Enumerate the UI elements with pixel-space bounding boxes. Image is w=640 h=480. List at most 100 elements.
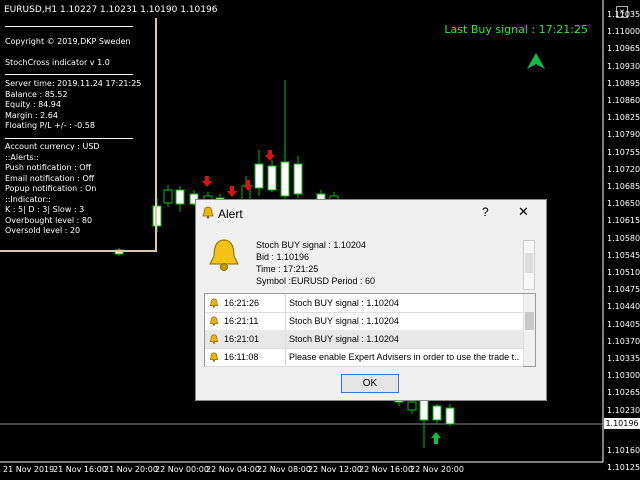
sell-arrow-icon	[202, 176, 212, 187]
log-time: 16:21:11	[224, 316, 259, 326]
time-axis-label: 21 Nov 2019	[3, 465, 55, 474]
log-message: Please enable Expert Advisers in order t…	[289, 352, 519, 362]
symbol-label: EURUSD,H1 1.10227 1.10231 1.10190 1.1019…	[4, 5, 218, 15]
candle-body	[267, 165, 277, 191]
signal-arrow-icon	[527, 53, 545, 69]
price-axis-label: 1.10580	[607, 233, 640, 243]
scrollbar-thumb[interactable]	[525, 312, 534, 330]
bell-icon	[209, 334, 219, 344]
time-axis-label: 22 Nov 08:00	[257, 465, 311, 474]
dialog-title: Alert	[218, 207, 243, 221]
indicator-name: StochCross indicator v 1.0	[5, 58, 110, 67]
divider	[5, 74, 133, 75]
price-axis-label: 1.10370	[607, 336, 640, 346]
alert-message-line: Stoch BUY signal : 1.10204	[256, 240, 366, 250]
current-price-tag: 1.10196	[604, 418, 640, 429]
oversold-level: Oversold level : 20	[5, 226, 81, 235]
time-axis-label: 21 Nov 16:00	[53, 465, 107, 474]
price-axis-label: 1.10895	[607, 78, 640, 88]
last-signal-label: Last Buy signal : 17:21:25	[444, 23, 588, 36]
popup-notification: Popup notification : On	[5, 184, 97, 193]
log-message: Stoch BUY signal : 1.10204	[289, 316, 399, 326]
overbought-level: Overbought level : 80	[5, 216, 93, 225]
time-axis-label: 22 Nov 16:00	[359, 465, 413, 474]
dialog-close-button[interactable]: ✕	[518, 204, 529, 220]
price-axis-label: 1.10265	[607, 388, 640, 398]
bell-icon	[202, 206, 214, 219]
price-axis-label: 1.10930	[607, 61, 640, 71]
candle-body	[419, 397, 429, 421]
log-time: 16:21:01	[224, 334, 260, 344]
price-axis-label: 1.11000	[607, 27, 640, 37]
price-axis-label: 1.10650	[607, 199, 640, 209]
price-axis-label: 1.10860	[607, 96, 640, 105]
candle-body	[254, 163, 264, 189]
stoch-params: K : 5| D : 3| Slow : 3	[5, 205, 85, 214]
log-time: 16:11:08	[224, 352, 259, 362]
account-currency: Account currency : USD	[5, 142, 100, 151]
price-axis-label: 1.10125	[607, 463, 640, 473]
time-axis-label: 22 Nov 00:00	[155, 465, 209, 474]
log-scrollbar[interactable]	[523, 294, 535, 366]
indicator-header: ::Indicator::	[5, 195, 51, 204]
price-axis-label: 1.10405	[607, 319, 640, 329]
alert-message-line: Bid : 1.10196	[256, 252, 310, 262]
sell-arrow-icon	[265, 150, 275, 161]
copyright-text: Copyright © 2019,DKP Sweden	[5, 37, 131, 46]
alert-message-line: Time : 17:21:25	[256, 264, 319, 274]
alert-log-list[interactable]: 16:21:26 Stoch BUY signal : 1.10204 16:2…	[204, 293, 536, 367]
time-axis-label: 21 Nov 20:00	[104, 465, 158, 474]
log-message: Stoch BUY signal : 1.10204	[289, 298, 399, 308]
floating-pl: Floating P/L +/- : -0.58	[5, 121, 95, 130]
price-axis-label: 1.10300	[607, 371, 640, 381]
price-axis-label: 1.10440	[607, 302, 640, 312]
alerts-header: ::Alerts::	[5, 153, 39, 162]
log-time: 16:21:26	[224, 298, 260, 308]
ok-button[interactable]: OK	[341, 374, 399, 393]
candle-body	[163, 189, 173, 204]
push-notification: Push notification : Off	[5, 163, 92, 172]
log-row[interactable]: 16:21:26 Stoch BUY signal : 1.10204	[205, 294, 523, 313]
server-time: Server time: 2019.11.24 17:21:25	[5, 79, 142, 88]
log-row[interactable]: 16:21:01 Stoch BUY signal : 1.10204	[205, 330, 523, 349]
candle-body	[407, 401, 417, 411]
help-button[interactable]: ?	[482, 205, 489, 219]
price-axis-label: 1.10510	[607, 268, 640, 277]
price-axis-label: 1.10475	[607, 285, 640, 295]
email-notification: Email notification : Off	[5, 174, 95, 183]
price-axis-label: 1.10615	[607, 216, 640, 226]
log-row[interactable]: 16:11:08 Please enable Expert Advisers i…	[205, 348, 523, 367]
scrollbar-thumb[interactable]	[525, 253, 533, 273]
candle-body	[293, 163, 303, 195]
info-panel: Copyright © 2019,DKP Sweden StochCross i…	[0, 18, 157, 252]
candle-body	[445, 407, 455, 425]
alert-dialog: Alert ? ✕ Stoch BUY signal : 1.10204 Bid…	[195, 199, 547, 401]
candle-body	[432, 405, 442, 421]
message-scrollbar[interactable]	[523, 240, 535, 290]
price-axis-label: 1.10685	[607, 182, 640, 191]
equity: Equity : 84.94	[5, 100, 61, 109]
bell-icon	[209, 298, 219, 308]
price-axis-label: 1.10720	[607, 164, 640, 174]
price-axis-label: 1.10335	[607, 354, 640, 363]
candle-body	[280, 161, 290, 197]
price-axis-label: 1.10825	[607, 113, 640, 123]
price-axis-label: 1.10755	[607, 147, 640, 157]
time-axis-label: 22 Nov 20:00	[410, 465, 464, 474]
balance: Balance : 85.52	[5, 90, 68, 99]
price-axis-label: 1.11035	[607, 10, 640, 19]
price-axis-label: 1.10160	[607, 446, 640, 455]
log-row[interactable]: 16:21:11 Stoch BUY signal : 1.10204	[205, 312, 523, 331]
price-axis-label: 1.10545	[607, 250, 640, 260]
bell-icon	[209, 316, 219, 326]
price-axis-label: 1.10965	[607, 44, 640, 54]
time-axis-label: 22 Nov 12:00	[308, 465, 362, 474]
buy-arrow-icon	[431, 432, 441, 444]
price-axis-label: 1.10230	[607, 405, 640, 415]
bell-icon	[209, 352, 219, 362]
candle-body	[175, 189, 185, 205]
margin: Margin : 2.64	[5, 111, 58, 120]
alert-message-line: Symbol :EURUSD Period : 60	[256, 276, 376, 286]
divider	[5, 138, 133, 139]
time-axis-label: 22 Nov 04:00	[206, 465, 260, 474]
